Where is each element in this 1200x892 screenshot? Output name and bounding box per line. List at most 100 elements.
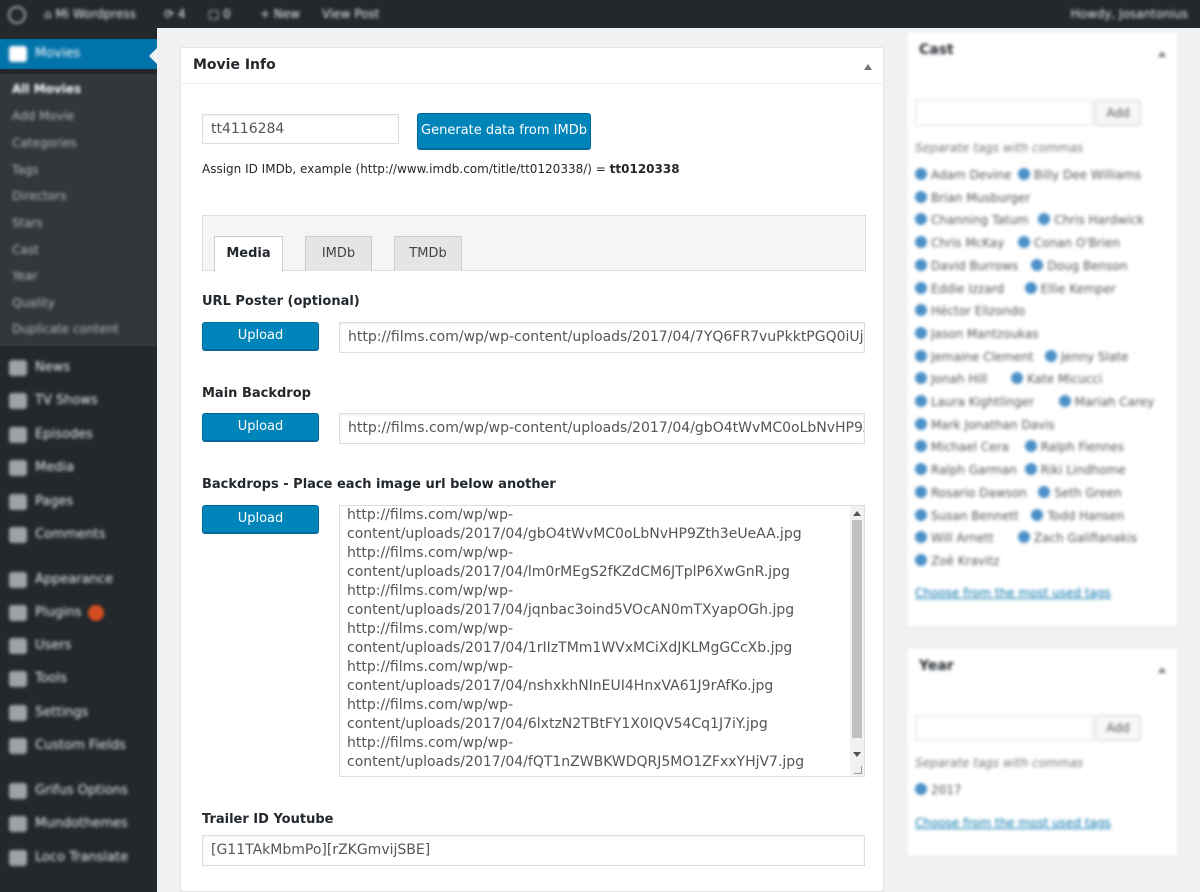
- cast-tag[interactable]: Ralph Garman: [915, 463, 1017, 477]
- submenu-year[interactable]: Year: [12, 269, 37, 283]
- tab-tmdb[interactable]: TMDb: [394, 236, 462, 271]
- submenu-duplicate-content[interactable]: Duplicate content: [12, 322, 119, 336]
- cast-tag[interactable]: Adam Devine: [915, 168, 1012, 182]
- year-collapse-toggle-icon[interactable]: [1158, 667, 1166, 673]
- cast-tag[interactable]: Doug Benson: [1031, 259, 1127, 273]
- submenu-tags[interactable]: Tags: [12, 163, 39, 177]
- year-add-button[interactable]: Add: [1095, 715, 1141, 741]
- trailer-id-input[interactable]: [G11TAkMbmPo][rZKGmvijSBE]: [202, 835, 865, 866]
- year-tag-input[interactable]: [915, 715, 1093, 741]
- cast-tag[interactable]: Chris Hardwick: [1038, 213, 1144, 227]
- cast-tag[interactable]: Jemaine Clement: [915, 350, 1034, 364]
- imdb-id-input[interactable]: tt4116284: [202, 114, 399, 144]
- menu-mundothemes[interactable]: Mundothemes: [0, 809, 157, 839]
- cast-tag[interactable]: Héctor Elizondo: [915, 304, 1025, 318]
- cast-tag[interactable]: Jason Mantzoukas: [915, 327, 1039, 341]
- scroll-down-arrow-icon[interactable]: [853, 752, 861, 757]
- submenu-directors[interactable]: Directors: [12, 189, 66, 203]
- menu-movies[interactable]: Movies: [0, 39, 157, 69]
- year-tag[interactable]: 2017: [915, 783, 962, 797]
- cast-tag[interactable]: Ellie Kemper: [1025, 282, 1116, 296]
- collapse-toggle-icon[interactable]: [864, 64, 872, 70]
- submenu-quality[interactable]: Quality: [12, 296, 55, 310]
- cast-tag[interactable]: Billy Dee Williams: [1018, 168, 1141, 182]
- cast-tag[interactable]: Mark Jonathan Davis: [915, 418, 1055, 432]
- cast-tag[interactable]: Susan Bennett: [915, 509, 1019, 523]
- submenu-add-movie[interactable]: Add Movie: [12, 109, 75, 123]
- resize-grip-icon[interactable]: [854, 766, 862, 774]
- imdb-help-example: tt0120338: [609, 162, 680, 176]
- howdy-user-link[interactable]: Howdy, Josantonius: [1071, 0, 1188, 28]
- menu-custom-fields[interactable]: Custom Fields: [0, 731, 157, 761]
- scroll-up-arrow-icon[interactable]: [853, 511, 861, 516]
- tab-imdb[interactable]: IMDb: [305, 236, 372, 271]
- menu-movies-label: Movies: [35, 46, 81, 61]
- cast-tag[interactable]: Jonah Hill: [915, 372, 987, 386]
- cast-tag-input[interactable]: [915, 100, 1093, 126]
- upload-backdrops-button[interactable]: Upload: [202, 505, 319, 533]
- year-most-used-link[interactable]: Choose from the most used tags: [915, 816, 1111, 830]
- generate-imdb-button[interactable]: Generate data from IMDb: [417, 113, 591, 149]
- cast-tag[interactable]: Zoë Kravitz: [915, 554, 999, 568]
- cast-tag[interactable]: Eddie Izzard: [915, 282, 1004, 296]
- menu-plugins[interactable]: Plugins: [0, 598, 157, 628]
- cast-tag[interactable]: Zach Galifianakis: [1018, 531, 1137, 545]
- cast-collapse-toggle-icon[interactable]: [1158, 51, 1166, 57]
- cast-tag[interactable]: Mariah Carey: [1059, 395, 1155, 409]
- textarea-scrollbar[interactable]: [850, 506, 864, 776]
- cast-tag[interactable]: Will Arnett: [915, 531, 994, 545]
- new-content-link[interactable]: + New: [260, 0, 300, 28]
- backdrop-line: content/uploads/2017/04/nshxkhNInEUI4Hnx…: [347, 678, 774, 694]
- menu-comments[interactable]: Comments: [0, 520, 157, 550]
- submenu-all-movies[interactable]: All Movies: [12, 82, 81, 96]
- menu-news[interactable]: News: [0, 353, 157, 383]
- comments-link[interactable]: □ 0: [208, 0, 231, 28]
- cast-tag[interactable]: Rosario Dawson: [915, 486, 1027, 500]
- cast-tag[interactable]: Michael Cera: [915, 440, 1009, 454]
- menu-grifus-options[interactable]: Grifus Options: [0, 776, 157, 806]
- cast-tag[interactable]: Kate Micucci: [1011, 372, 1102, 386]
- cast-tag[interactable]: Riki Lindhome: [1025, 463, 1126, 477]
- cast-tag[interactable]: Conan O'Brien: [1018, 236, 1120, 250]
- submenu-cast[interactable]: Cast: [12, 243, 39, 257]
- pages-icon: [9, 494, 27, 510]
- submenu-categories[interactable]: Categories: [12, 136, 77, 150]
- cast-tag[interactable]: Todd Hansen: [1031, 509, 1124, 523]
- current-menu-arrow: [149, 48, 157, 64]
- cast-tag[interactable]: Laura Kightlinger: [915, 395, 1034, 409]
- site-name-link[interactable]: ⌂ Mi Wordpress: [44, 0, 136, 28]
- menu-label: TV Shows: [35, 393, 98, 408]
- cast-most-used-link[interactable]: Choose from the most used tags: [915, 586, 1111, 600]
- menu-label: Episodes: [35, 427, 93, 442]
- tab-media[interactable]: Media: [214, 236, 283, 272]
- cast-tag[interactable]: Jenny Slate: [1045, 350, 1128, 364]
- updates-link[interactable]: ⟳ 4: [164, 0, 186, 28]
- main-backdrop-url-input[interactable]: http://films.com/wp/wp-content/uploads/2…: [339, 413, 865, 444]
- poster-url-input[interactable]: http://films.com/wp/wp-content/uploads/2…: [339, 322, 865, 353]
- cast-add-button[interactable]: Add: [1095, 100, 1141, 126]
- menu-tools[interactable]: Tools: [0, 664, 157, 694]
- submenu-stars[interactable]: Stars: [12, 216, 43, 230]
- menu-episodes[interactable]: Episodes: [0, 420, 157, 450]
- wordpress-logo-icon[interactable]: [8, 0, 26, 28]
- cast-tag[interactable]: Ralph Fiennes: [1025, 440, 1124, 454]
- menu-loco-translate[interactable]: Loco Translate: [0, 843, 157, 873]
- scroll-thumb[interactable]: [852, 520, 862, 738]
- cast-tag[interactable]: Brian Musburger: [915, 191, 1030, 205]
- cast-tag[interactable]: Chris McKay: [915, 236, 1004, 250]
- menu-label: Custom Fields: [35, 738, 126, 753]
- menu-tv-shows[interactable]: TV Shows: [0, 386, 157, 416]
- menu-pages[interactable]: Pages: [0, 487, 157, 517]
- cast-tag[interactable]: Channing Tatum: [915, 213, 1029, 227]
- upload-main-backdrop-button[interactable]: Upload: [202, 413, 319, 441]
- menu-media[interactable]: Media: [0, 453, 157, 483]
- cast-tag[interactable]: David Burrows: [915, 259, 1018, 273]
- menu-users[interactable]: Users: [0, 631, 157, 661]
- menu-appearance[interactable]: Appearance: [0, 565, 157, 595]
- menu-settings[interactable]: Settings: [0, 698, 157, 728]
- menu-label: Plugins: [35, 605, 82, 620]
- cast-tag[interactable]: Seth Green: [1038, 486, 1121, 500]
- view-post-link[interactable]: View Post: [322, 0, 379, 28]
- backdrops-textarea[interactable]: http://films.com/wp/wp-content/uploads/2…: [339, 505, 865, 777]
- upload-poster-button[interactable]: Upload: [202, 322, 319, 350]
